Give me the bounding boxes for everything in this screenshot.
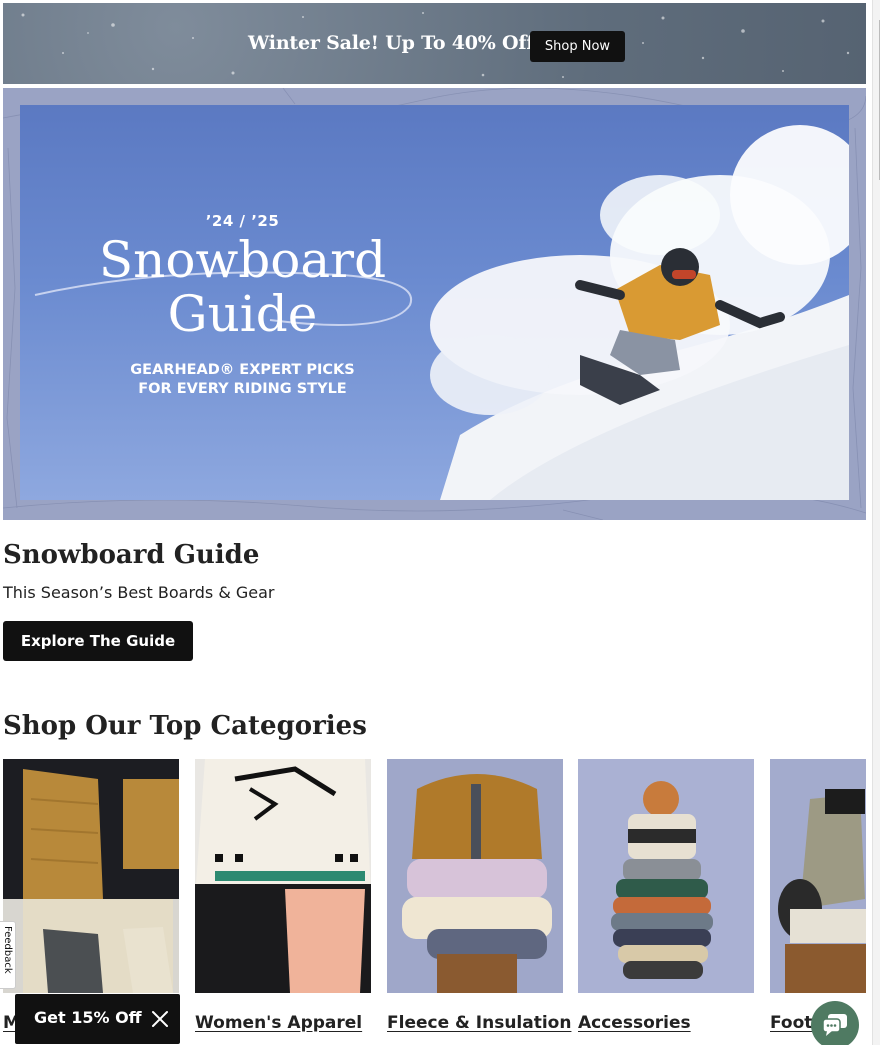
discount-offer-button[interactable]: Get 15% Off xyxy=(15,994,180,1044)
category-label-fleece-insulation[interactable]: Fleece & Insulation xyxy=(387,1013,571,1033)
category-card-fleece-insulation[interactable]: Fleece & Insulation xyxy=(387,759,571,1045)
promo-banner: Winter Sale! Up To 40% Off Shop Now xyxy=(3,3,866,84)
chat-button[interactable] xyxy=(811,1001,859,1045)
category-label-womens-apparel[interactable]: Women's Apparel xyxy=(195,1013,362,1033)
hero-title: Snowboard Guide xyxy=(20,233,465,341)
category-card-womens-apparel[interactable]: Women's Apparel xyxy=(195,759,371,1045)
hero-season: ’24 / ’25 xyxy=(205,212,280,230)
guide-subtitle: This Season’s Best Boards & Gear xyxy=(3,583,275,602)
guide-title: Snowboard Guide xyxy=(3,540,260,570)
hero-subtitle: GEARHEAD® EXPERT PICKS FOR EVERY RIDING … xyxy=(130,362,355,397)
category-card-footwear[interactable]: Footw xyxy=(770,759,866,1045)
shop-now-button[interactable]: Shop Now xyxy=(530,31,625,62)
close-icon[interactable] xyxy=(151,1010,169,1028)
scrollbar[interactable] xyxy=(872,0,880,1045)
category-image-accessories[interactable] xyxy=(578,759,754,993)
promo-text: Winter Sale! Up To 40% Off xyxy=(248,32,535,54)
hero-banner[interactable]: ’24 / ’25 Snowboard Guide GEARHEAD® EXPE… xyxy=(3,88,866,520)
hero-title-line2: Guide xyxy=(167,285,318,343)
feedback-label[interactable]: Feedback xyxy=(2,926,13,974)
categories-heading: Shop Our Top Categories xyxy=(3,711,367,741)
category-image-fleece-insulation[interactable] xyxy=(387,759,563,993)
chat-icon xyxy=(822,1014,847,1036)
hero-photo: ’24 / ’25 Snowboard Guide GEARHEAD® EXPE… xyxy=(20,105,849,500)
category-label-accessories[interactable]: Accessories xyxy=(578,1013,691,1033)
category-card-accessories[interactable]: Accessories xyxy=(578,759,754,1045)
category-image-womens-apparel[interactable] xyxy=(195,759,371,993)
feedback-tab[interactable]: Feedback xyxy=(0,921,16,989)
explore-guide-button[interactable]: Explore The Guide xyxy=(3,621,193,661)
discount-label[interactable]: Get 15% Off xyxy=(34,1008,142,1027)
category-image-mens[interactable] xyxy=(3,759,179,993)
hero-title-line1: Snowboard xyxy=(98,231,387,289)
category-image-footwear[interactable] xyxy=(770,759,866,993)
